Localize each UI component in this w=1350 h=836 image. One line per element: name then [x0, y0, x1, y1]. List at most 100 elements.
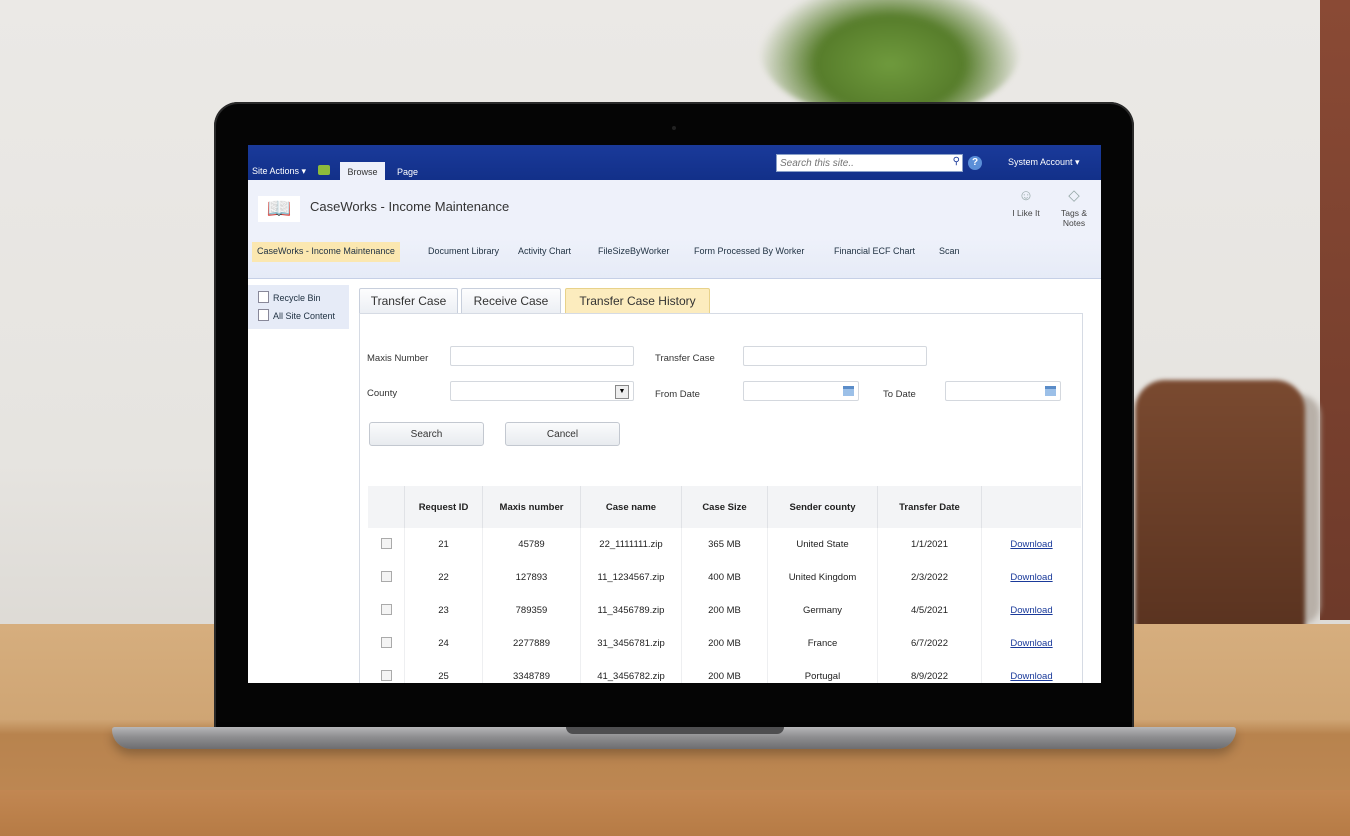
county-label: County	[367, 388, 398, 399]
from-date-label: From Date	[655, 389, 700, 400]
maxis-number-field[interactable]	[450, 346, 637, 367]
brick-wall	[1320, 0, 1350, 620]
cell-transfer-date: 1/1/2021	[877, 528, 982, 561]
nav-scan[interactable]: Scan	[934, 242, 965, 260]
site-title: CaseWorks - Income Maintenance	[310, 199, 510, 214]
tab-receive-case[interactable]: Receive Case	[461, 288, 561, 313]
table-row: 25 3348789 41_3456782.zip 200 MB Portugal 8/9…	[368, 660, 1081, 683]
nav-filesizebyworker[interactable]: FileSizeByWorker	[593, 242, 674, 260]
col-select	[368, 486, 405, 528]
download-link[interactable]: Download	[1010, 638, 1052, 649]
navigate-up-icon[interactable]	[318, 165, 330, 175]
col-sender-county: Sender county	[767, 486, 878, 528]
cell-download-link: Download	[981, 627, 1081, 660]
all-site-content-link[interactable]: All Site Content	[258, 309, 335, 321]
account-menu[interactable]: System Account ▾	[1008, 157, 1080, 168]
cell-sender-county: Germany	[767, 594, 878, 627]
col-action	[981, 486, 1081, 528]
top-navigation: CaseWorks - Income Maintenance Document …	[248, 238, 1101, 279]
tab-browse[interactable]: Browse	[340, 162, 385, 180]
tab-page[interactable]: Page	[397, 167, 418, 177]
table-row: 22 127893 11_1234567.zip 400 MB United Kingd…	[368, 561, 1081, 594]
like-tag-icon: ☺	[1018, 187, 1034, 204]
row-checkbox[interactable]	[380, 636, 392, 648]
tab-transfer-case-history[interactable]: Transfer Case History	[565, 288, 710, 313]
desk-edge	[0, 790, 1350, 836]
nav-form-processed[interactable]: Form Processed By Worker	[689, 242, 809, 260]
search-button[interactable]: Search	[369, 422, 484, 446]
tab-transfer-case[interactable]: Transfer Case	[359, 288, 458, 313]
like-it-button[interactable]: ☺ I Like It	[1006, 187, 1046, 219]
col-transfer-date: Transfer Date	[877, 486, 982, 528]
cell-download-link: Download	[981, 594, 1081, 627]
download-link[interactable]: Download	[1010, 605, 1052, 616]
chair-background	[1135, 380, 1305, 630]
transfer-case-field[interactable]	[743, 346, 930, 367]
cell-checkbox	[368, 594, 405, 627]
to-date-field[interactable]	[945, 381, 1061, 401]
col-maxis-number: Maxis number	[482, 486, 581, 528]
col-request-id: Request ID	[404, 486, 483, 528]
cell-case-name: 22_1111111.zip	[580, 528, 682, 561]
cell-case-name: 11_1234567.zip	[580, 561, 682, 594]
from-date-field[interactable]	[743, 381, 859, 401]
cell-transfer-date: 6/7/2022	[877, 627, 982, 660]
row-checkbox[interactable]	[380, 570, 392, 582]
cell-transfer-date: 8/9/2022	[877, 660, 982, 683]
site-content-icon	[258, 309, 269, 321]
cell-case-name: 41_3456782.zip	[580, 660, 682, 683]
nav-activity-chart[interactable]: Activity Chart	[513, 242, 576, 260]
maxis-number-label: Maxis Number	[367, 353, 429, 364]
transfer-case-input[interactable]	[744, 347, 930, 367]
tags-notes-button[interactable]: ◇ Tags & Notes	[1054, 188, 1094, 229]
cell-case-size: 200 MB	[681, 660, 768, 683]
download-link[interactable]: Download	[1010, 671, 1052, 682]
to-date-label: To Date	[883, 389, 916, 400]
like-it-label: I Like It	[1012, 208, 1040, 218]
row-checkbox[interactable]	[380, 537, 392, 549]
cell-sender-county: France	[767, 627, 878, 660]
table-row: 23 789359 11_3456789.zip 200 MB Germany 4/5/2…	[368, 594, 1081, 627]
nav-caseworks[interactable]: CaseWorks - Income Maintenance	[252, 242, 400, 262]
maxis-number-input[interactable]	[451, 347, 637, 367]
cancel-button[interactable]: Cancel	[505, 422, 620, 446]
nav-document-library[interactable]: Document Library	[423, 242, 504, 260]
nav-financial-ecf[interactable]: Financial ECF Chart	[829, 242, 920, 260]
search-icon[interactable]: ⚲	[953, 156, 960, 167]
download-link[interactable]: Download	[1010, 539, 1052, 550]
cell-checkbox	[368, 627, 405, 660]
cell-download-link: Download	[981, 528, 1081, 561]
table-row: 21 45789 22_1111111.zip 365 MB United State 1…	[368, 528, 1081, 561]
laptop-notch	[566, 727, 784, 734]
download-link[interactable]: Download	[1010, 572, 1052, 583]
cell-request-id: 25	[404, 660, 483, 683]
title-area: 📖 CaseWorks - Income Maintenance ☺ I Lik…	[248, 180, 1101, 238]
cell-sender-county: Portugal	[767, 660, 878, 683]
site-actions-menu[interactable]: Site Actions ▾	[252, 166, 306, 177]
cell-maxis-number: 127893	[482, 561, 581, 594]
calendar-icon[interactable]	[1045, 386, 1056, 396]
county-select[interactable]: ▼	[450, 381, 634, 401]
webcam	[672, 126, 676, 130]
calendar-icon[interactable]	[843, 386, 854, 396]
col-case-name: Case name	[580, 486, 682, 528]
row-checkbox[interactable]	[380, 669, 392, 681]
recycle-bin-link[interactable]: Recycle Bin	[258, 291, 321, 303]
cell-case-size: 400 MB	[681, 561, 768, 594]
help-icon[interactable]: ?	[968, 156, 982, 170]
site-search: ⚲	[776, 154, 963, 172]
recycle-bin-icon	[258, 291, 269, 303]
search-input[interactable]	[777, 155, 943, 171]
cell-case-name: 11_3456789.zip	[580, 594, 682, 627]
cell-case-name: 31_3456781.zip	[580, 627, 682, 660]
table-header-row: Request ID Maxis number Case name Case S…	[368, 486, 1081, 528]
cell-request-id: 24	[404, 627, 483, 660]
book-logo-icon: 📖	[258, 196, 300, 222]
cell-sender-county: United State	[767, 528, 878, 561]
row-checkbox[interactable]	[380, 603, 392, 615]
chevron-down-icon[interactable]: ▼	[615, 385, 629, 399]
cell-sender-county: United Kingdom	[767, 561, 878, 594]
cell-download-link: Download	[981, 561, 1081, 594]
tags-label: Tags &	[1061, 208, 1087, 218]
quick-launch: Recycle Bin All Site Content	[248, 285, 349, 329]
